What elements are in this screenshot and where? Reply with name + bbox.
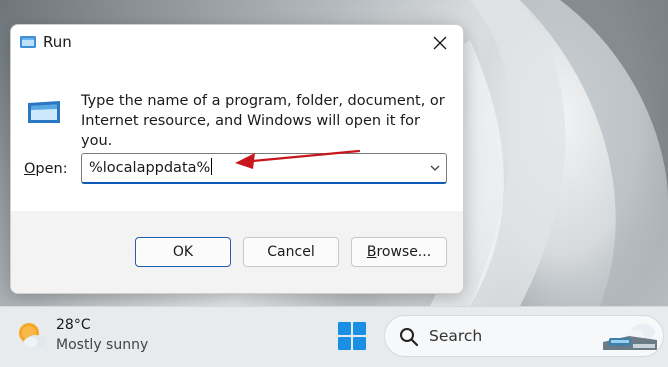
open-label: Open: [24, 161, 68, 177]
dialog-body: Type the name of a program, folder, docu… [11, 61, 463, 211]
weather-condition[interactable]: Mostly sunny [56, 337, 148, 353]
search-icon [400, 328, 419, 347]
browse-button[interactable]: Browse... [351, 237, 447, 267]
open-input-value[interactable]: %localappdata% [89, 158, 213, 176]
close-button[interactable] [423, 29, 457, 57]
run-app-icon [28, 101, 60, 123]
browse-accesskey: B [366, 244, 377, 260]
cancel-button[interactable]: Cancel [243, 237, 339, 267]
dialog-titlebar[interactable]: Run [11, 25, 463, 61]
ok-button[interactable]: OK [135, 237, 231, 267]
run-app-icon [20, 36, 36, 48]
search-placeholder: Search [429, 327, 483, 345]
taskbar-search-box[interactable]: Search [384, 315, 664, 357]
open-label-text: pen: [35, 161, 68, 177]
open-label-accesskey: O [24, 161, 36, 177]
search-highlight-icon[interactable] [599, 318, 661, 354]
chevron-down-icon[interactable] [428, 161, 442, 175]
dialog-description: Type the name of a program, folder, docu… [81, 93, 445, 149]
run-dialog: Run Type the name of a program, folder, … [10, 24, 464, 294]
weather-temperature[interactable]: 28°C [56, 317, 91, 333]
text-cursor [211, 158, 213, 175]
dialog-button-bar: OK Cancel Browse... [11, 211, 463, 293]
taskbar: 28°C Mostly sunny Search [0, 306, 668, 367]
close-icon [433, 36, 447, 50]
weather-sun-cloud-icon[interactable] [16, 319, 48, 351]
dialog-title: Run [43, 33, 72, 51]
annotation-arrow-icon [235, 149, 361, 169]
browse-label: rowse... [376, 244, 432, 260]
windows-start-icon[interactable] [337, 321, 367, 351]
